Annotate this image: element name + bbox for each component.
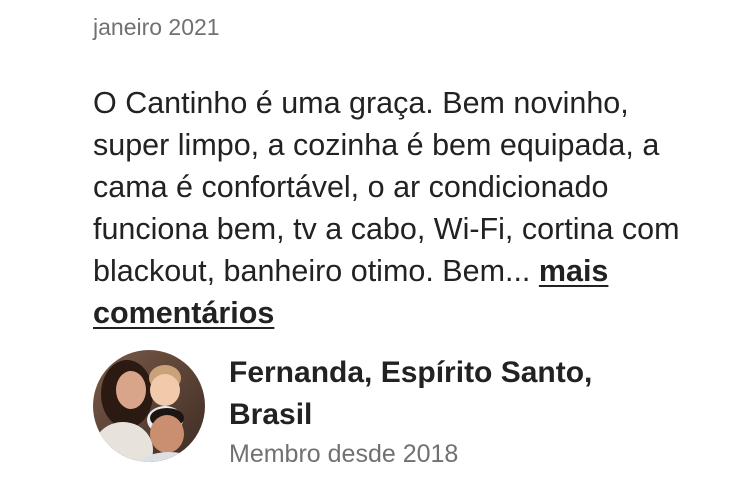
member-since: Membro desde 2018 — [229, 440, 459, 468]
author-name: Fernanda, Espírito Santo, Brasil — [229, 356, 593, 431]
review-comment: O Cantinho é uma graça. Bem novinho, sup… — [93, 82, 693, 334]
user-photo-avatar-icon — [93, 350, 205, 462]
review-date: janeiro 2021 — [93, 14, 220, 40]
author-avatar[interactable] — [93, 350, 205, 462]
